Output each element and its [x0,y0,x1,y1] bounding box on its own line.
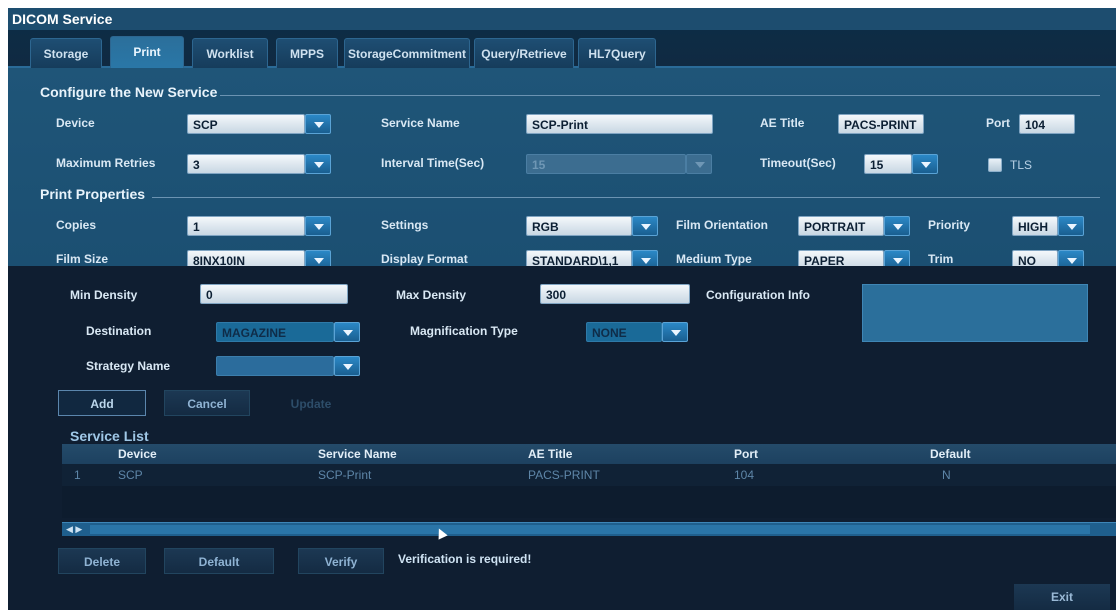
delete-button[interactable]: Delete [58,548,146,574]
destination-dropdown-arrow[interactable] [334,322,360,342]
default-button[interactable]: Default [164,548,274,574]
row-port: 104 [734,468,755,482]
trim-label: Trim [928,252,954,266]
scroll-arrows-icon[interactable]: ◀ ▶ [66,523,82,536]
lower-panel: Min Density 0 Max Density 300 Configurat… [8,266,1116,610]
max-density-input[interactable]: 300 [540,284,690,304]
strategy-name-dropdown-arrow[interactable] [334,356,360,376]
dicom-service-window: DICOM Service Storage Print Worklist MPP… [8,8,1116,610]
timeout-dropdown-arrow[interactable] [912,154,938,174]
row-index: 1 [74,468,81,482]
verification-message: Verification is required! [398,552,532,566]
service-list-title: Service List [70,428,149,444]
column-ae-title[interactable]: AE Title [528,444,572,464]
config-panel: Configure the New Service Device SCP Ser… [8,68,1116,270]
section-divider [220,95,1100,96]
section-divider [152,197,1100,198]
copies-select[interactable]: 1 [187,216,305,236]
tab-worklist[interactable]: Worklist [192,38,268,68]
film-orientation-select[interactable]: PORTRAIT [798,216,884,236]
service-list-body: 1 SCP SCP-Print PACS-PRINT 104 N [62,464,1116,518]
tab-print[interactable]: Print [110,36,184,68]
min-density-input[interactable]: 0 [200,284,348,304]
row-default: N [942,468,951,482]
timeout-label: Timeout(Sec) [760,156,836,170]
port-input[interactable]: 104 [1019,114,1075,134]
interval-time-select: 15 [526,154,686,174]
film-orientation-label: Film Orientation [676,218,769,232]
medium-type-label: Medium Type [676,252,752,266]
timeout-select[interactable]: 15 [864,154,912,174]
settings-select[interactable]: RGB [526,216,632,236]
tab-storage[interactable]: Storage [30,38,102,68]
update-button: Update [290,397,332,411]
configuration-info-label: Configuration Info [706,288,810,302]
destination-select[interactable]: MAGAZINE [216,322,334,342]
window-title: DICOM Service [8,8,1116,30]
magnification-type-select[interactable]: NONE [586,322,662,342]
copies-label: Copies [56,218,97,232]
configuration-info-box[interactable] [862,284,1088,342]
configure-section-title: Configure the New Service [40,84,218,100]
table-row[interactable]: 1 SCP SCP-Print PACS-PRINT 104 N [62,464,1116,486]
settings-dropdown-arrow[interactable] [632,216,658,236]
tls-label: TLS [1010,158,1033,172]
row-service-name: SCP-Print [318,468,372,482]
tab-query-retrieve[interactable]: Query/Retrieve [474,38,574,68]
horizontal-scrollbar[interactable]: ◀ ▶ [62,522,1116,536]
destination-label: Destination [86,324,152,338]
service-name-input[interactable]: SCP-Print [526,114,713,134]
film-size-label: Film Size [56,252,109,266]
column-port[interactable]: Port [734,444,758,464]
max-retries-dropdown-arrow[interactable] [305,154,331,174]
scrollbar-thumb[interactable] [90,525,1090,534]
max-retries-label: Maximum Retries [56,156,156,170]
service-list-header: Device Service Name AE Title Port Defaul… [62,444,1116,464]
min-density-label: Min Density [70,288,138,302]
display-format-label: Display Format [381,252,468,266]
interval-time-label: Interval Time(Sec) [381,156,485,170]
strategy-name-label: Strategy Name [86,359,171,373]
ae-title-input[interactable]: PACS-PRINT [838,114,924,134]
print-properties-title: Print Properties [40,186,146,202]
priority-select[interactable]: HIGH [1012,216,1058,236]
row-ae-title: PACS-PRINT [528,468,600,482]
row-device: SCP [118,468,143,482]
column-service-name[interactable]: Service Name [318,444,397,464]
service-name-label: Service Name [381,116,460,130]
magnification-type-dropdown-arrow[interactable] [662,322,688,342]
column-device[interactable]: Device [118,444,157,464]
copies-dropdown-arrow[interactable] [305,216,331,236]
tab-mpps[interactable]: MPPS [276,38,338,68]
priority-label: Priority [928,218,971,232]
max-density-label: Max Density [396,288,467,302]
port-label: Port [986,116,1010,130]
tab-bar: Storage Print Worklist MPPS StorageCommi… [8,30,1116,68]
add-button[interactable]: Add [58,390,146,416]
tab-hl7query[interactable]: HL7Query [578,38,656,68]
strategy-name-select[interactable] [216,356,334,376]
device-label: Device [56,116,95,130]
settings-label: Settings [381,218,429,232]
device-dropdown-arrow[interactable] [305,114,331,134]
cancel-button[interactable]: Cancel [164,390,250,416]
verify-button[interactable]: Verify [298,548,384,574]
max-retries-select[interactable]: 3 [187,154,305,174]
ae-title-label: AE Title [760,116,805,130]
magnification-type-label: Magnification Type [410,324,518,338]
tab-storage-commitment[interactable]: StorageCommitment [344,38,470,68]
exit-button[interactable]: Exit [1014,584,1110,610]
column-default[interactable]: Default [930,444,971,464]
tls-checkbox[interactable] [988,158,1002,172]
priority-dropdown-arrow[interactable] [1058,216,1084,236]
device-select[interactable]: SCP [187,114,305,134]
interval-time-dropdown-arrow [686,154,712,174]
film-orientation-dropdown-arrow[interactable] [884,216,910,236]
